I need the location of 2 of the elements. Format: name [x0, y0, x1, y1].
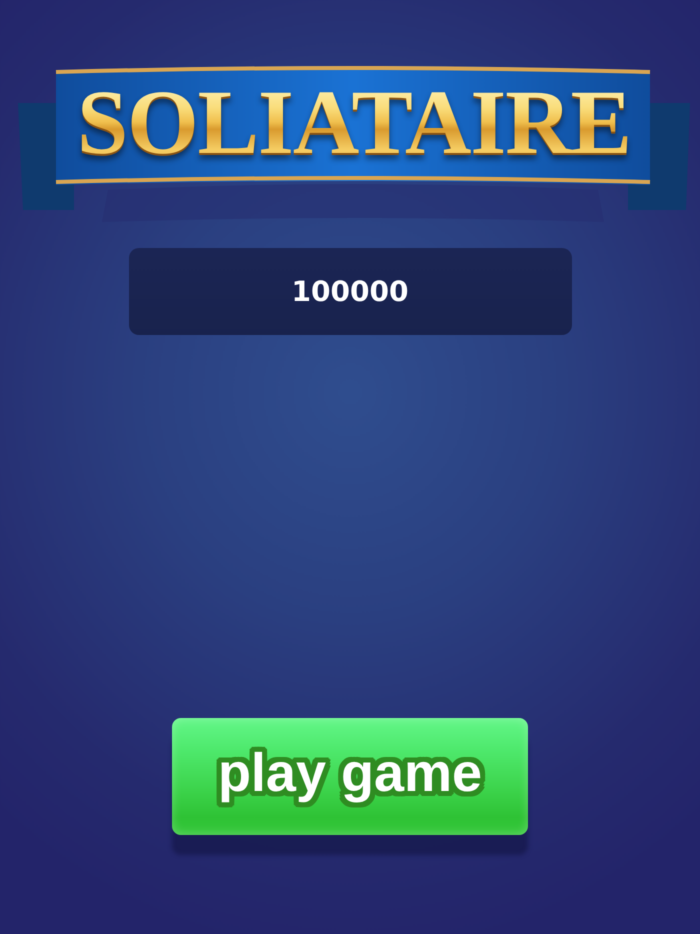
score-display: 100000: [128, 248, 572, 335]
play-game-button[interactable]: play game: [172, 718, 528, 835]
